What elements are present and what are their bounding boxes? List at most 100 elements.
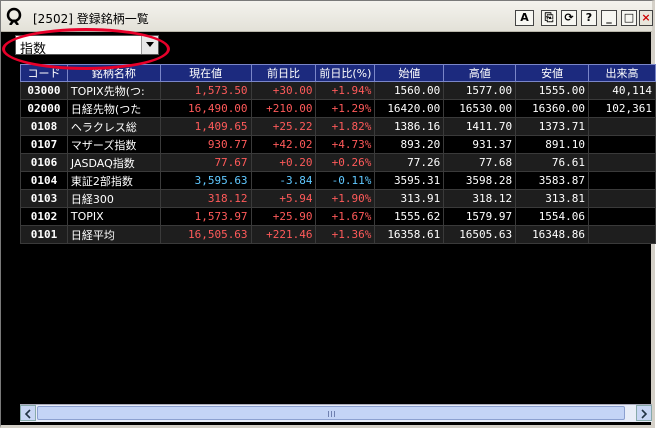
cell-open: 16420.00	[374, 99, 445, 118]
cell-name: TOPIX	[66, 207, 161, 226]
cell-change-pct: +1.67%	[315, 207, 376, 226]
cell-change: +25.22	[250, 117, 317, 136]
window-title: [2502] 登録銘柄一覧	[33, 12, 149, 26]
horizontal-scrollbar[interactable]	[20, 404, 652, 422]
column-header[interactable]: 現在値	[159, 64, 252, 82]
cell-name: 日経平均	[66, 225, 161, 244]
table-row[interactable]: 0101 日経平均 16,505.63 +221.46 +1.36% 16358.61 16…	[20, 225, 656, 244]
chevron-down-icon	[146, 42, 154, 47]
cell-price: 16,490.00	[159, 99, 252, 118]
cell-price: 3,595.63	[159, 171, 252, 190]
cell-low: 16360.00	[515, 99, 590, 118]
table-row[interactable]: 02000 日経先物(つた 16,490.00 +210.00 +1.29% 16420.…	[20, 99, 656, 118]
cell-volume	[588, 153, 656, 172]
cell-volume	[588, 171, 656, 190]
title-bar[interactable]: [2502] 登録銘柄一覧 A ⎘ ⟳ ? _ □ ×	[1, 1, 653, 32]
empty-row	[21, 329, 656, 346]
cell-open: 16358.61	[374, 225, 445, 244]
alpha-button[interactable]: A	[515, 10, 534, 26]
empty-row	[21, 346, 656, 363]
cell-high: 1579.97	[443, 207, 517, 226]
column-header[interactable]: 前日比(%)	[315, 64, 376, 82]
cell-high: 16505.63	[443, 225, 517, 244]
minimize-button[interactable]: _	[601, 10, 617, 26]
cell-volume: 102,361	[588, 99, 656, 118]
cell-name: JASDAQ指数	[66, 153, 161, 172]
maximize-button[interactable]: □	[621, 10, 637, 26]
table-row[interactable]: 0108 ヘラクレス総 1,409.65 +25.22 +1.82% 1386.16 141…	[20, 117, 656, 136]
app-logo-icon	[6, 7, 22, 25]
column-header[interactable]: 始値	[374, 64, 445, 82]
table-row[interactable]: 0107 マザーズ指数 930.77 +42.02 +4.73% 893.20 931.37…	[20, 135, 656, 154]
cell-low: 3583.87	[515, 171, 590, 190]
cell-change-pct: -0.11%	[315, 171, 376, 190]
empty-row	[21, 278, 656, 295]
cell-price: 318.12	[159, 189, 252, 208]
cell-change: +0.20	[250, 153, 317, 172]
cell-code: 02000	[20, 99, 68, 118]
cell-change-pct: +1.36%	[315, 225, 376, 244]
copy-icon[interactable]: ⎘	[541, 10, 557, 26]
empty-row	[21, 312, 656, 329]
table-row[interactable]: 03000 TOPIX先物(つ: 1,573.50 +30.00 +1.94% 1560.…	[20, 81, 656, 100]
cell-price: 1,573.50	[159, 81, 252, 100]
cell-change: +210.00	[250, 99, 317, 118]
cell-low: 313.81	[515, 189, 590, 208]
table-row[interactable]: 0104 東証2部指数 3,595.63 -3.84 -0.11% 3595.31 3598…	[20, 171, 656, 190]
category-select-value: 指数	[20, 42, 47, 57]
cell-price: 1,409.65	[159, 117, 252, 136]
cell-code: 0104	[20, 171, 68, 190]
cell-code: 0101	[20, 225, 68, 244]
cell-change: -3.84	[250, 171, 317, 190]
cell-price: 930.77	[159, 135, 252, 154]
refresh-icon[interactable]: ⟳	[561, 10, 577, 26]
dropdown-button[interactable]	[141, 36, 158, 54]
cell-high: 318.12	[443, 189, 517, 208]
cell-volume	[588, 225, 656, 244]
cell-open: 1555.62	[374, 207, 445, 226]
table-row[interactable]: 0102 TOPIX 1,573.97 +25.90 +1.67% 1555.62 1579…	[20, 207, 656, 226]
cell-open: 1560.00	[374, 81, 445, 100]
stock-list-window: [2502] 登録銘柄一覧 A ⎘ ⟳ ? _ □ × 指数 コード 銘柄名称 現在…	[0, 0, 656, 428]
column-header[interactable]: 安値	[515, 64, 590, 82]
chevron-left-icon	[24, 409, 31, 419]
table-row[interactable]: 0106 JASDAQ指数 77.67 +0.20 +0.26% 77.26 77.68 76…	[20, 153, 656, 172]
scroll-left-button[interactable]	[20, 405, 36, 421]
left-margin	[1, 64, 19, 421]
scroll-thumb[interactable]	[37, 406, 625, 420]
cell-high: 931.37	[443, 135, 517, 154]
empty-row	[21, 295, 656, 312]
cell-high: 1577.00	[443, 81, 517, 100]
cell-volume	[588, 135, 656, 154]
column-header[interactable]: 前日比	[250, 64, 317, 82]
cell-high: 77.68	[443, 153, 517, 172]
table-row[interactable]: 0103 日経300 318.12 +5.94 +1.90% 313.91 318.12 31…	[20, 189, 656, 208]
cell-low: 76.61	[515, 153, 590, 172]
help-button[interactable]: ?	[581, 10, 597, 26]
column-header[interactable]: コード	[20, 64, 68, 82]
cell-open: 1386.16	[374, 117, 445, 136]
empty-row	[21, 244, 656, 261]
cell-change: +42.02	[250, 135, 317, 154]
cell-low: 891.10	[515, 135, 590, 154]
cell-change-pct: +4.73%	[315, 135, 376, 154]
cell-price: 16,505.63	[159, 225, 252, 244]
close-button[interactable]: ×	[639, 10, 653, 26]
column-header[interactable]: 出来高	[588, 64, 656, 82]
scroll-right-button[interactable]	[636, 405, 652, 421]
cell-price: 77.67	[159, 153, 252, 172]
cell-code: 0108	[20, 117, 68, 136]
cell-open: 3595.31	[374, 171, 445, 190]
cell-change-pct: +1.29%	[315, 99, 376, 118]
column-header[interactable]: 高値	[443, 64, 517, 82]
cell-high: 1411.70	[443, 117, 517, 136]
column-header[interactable]: 銘柄名称	[66, 64, 161, 82]
cell-name: TOPIX先物(つ:	[66, 81, 161, 100]
empty-row	[21, 261, 656, 278]
cell-open: 313.91	[374, 189, 445, 208]
category-select[interactable]: 指数	[15, 35, 159, 57]
cell-code: 0106	[20, 153, 68, 172]
cell-change-pct: +1.82%	[315, 117, 376, 136]
empty-row	[21, 363, 656, 380]
stock-grid[interactable]: コード 銘柄名称 現在値 前日比 前日比(%) 始値 高値 安値 出来高 03000 TOPIX先…	[20, 64, 656, 404]
